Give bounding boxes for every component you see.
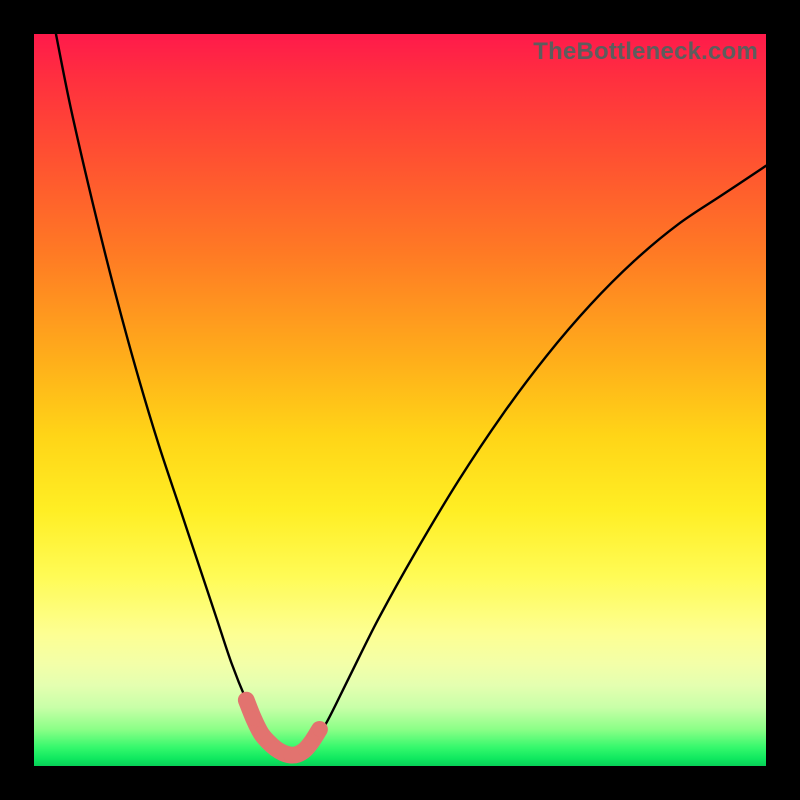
curve-layer (34, 34, 766, 766)
bottleneck-curve-path (56, 34, 766, 756)
chart-container: { "watermark": "TheBottleneck.com", "col… (0, 0, 800, 800)
optimal-range-marker (312, 722, 326, 736)
optimal-range-marker (247, 711, 261, 725)
optimal-range-marker (239, 693, 253, 707)
optimal-range-marker (305, 734, 319, 748)
bottleneck-curve (56, 34, 766, 756)
optimal-range-markers (239, 693, 326, 762)
plot-area: TheBottleneck.com (34, 34, 766, 766)
